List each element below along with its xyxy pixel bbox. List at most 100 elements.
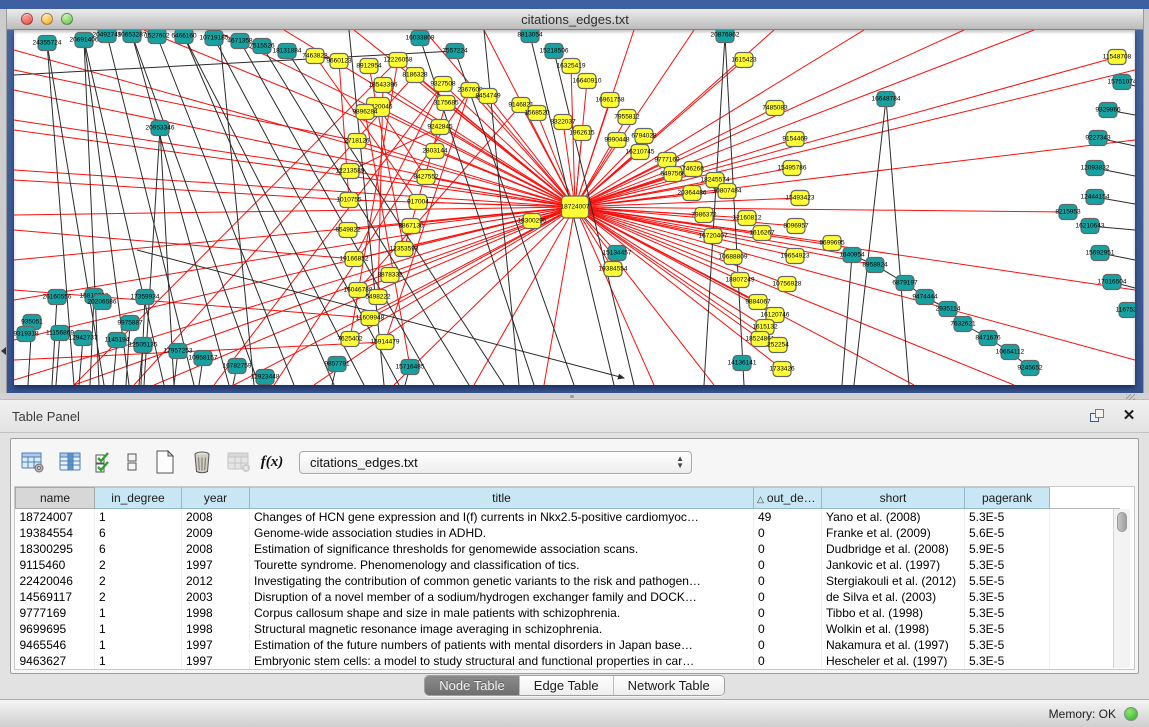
table-row[interactable]: 1456911722003Disruption of a novel membe… (16, 589, 1120, 605)
table-row[interactable]: 911546021997Tourette syndrome. Phenomeno… (16, 557, 1120, 573)
graph-node[interactable]: 17359934 (131, 290, 160, 305)
cell-name[interactable]: 22420046 (16, 573, 95, 589)
graph-node[interactable]: 16914479 (371, 335, 400, 350)
graph-node[interactable]: 9329966 (1095, 103, 1121, 118)
cell-title[interactable]: Corpus callosum shape and size in male p… (250, 605, 754, 621)
graph-node[interactable]: 1962615 (569, 126, 595, 141)
graph-edge[interactable] (14, 70, 357, 141)
graph-edge[interactable] (886, 99, 909, 385)
cell-in_degree[interactable]: 1 (95, 621, 182, 637)
cell-year[interactable]: 2008 (182, 509, 250, 525)
graph-node[interactable]: 1568520 (524, 106, 550, 121)
cell-short[interactable]: Stergiakouli et al. (2012) (822, 573, 965, 589)
tab-network-table[interactable]: Network Table (614, 676, 724, 695)
node-table[interactable]: namein_degreeyeartitle△out_de…shortpager… (14, 486, 1135, 670)
graph-node[interactable]: 5498222 (365, 290, 391, 305)
cell-pagerank[interactable]: 5.5E-5 (965, 573, 1050, 589)
cell-year[interactable]: 1997 (182, 653, 250, 669)
cell-short[interactable]: Franke et al. (2009) (822, 525, 965, 541)
select-rows-icon[interactable] (93, 448, 113, 476)
graph-node[interactable]: 19384554 (599, 262, 628, 277)
cell-pagerank[interactable]: 5.6E-5 (965, 525, 1050, 541)
graph-node[interactable]: 1615423 (731, 53, 757, 68)
graph-node[interactable]: 18807249 (726, 273, 755, 288)
column-header-in_degree[interactable]: in_degree (95, 488, 182, 509)
graph-node[interactable]: 9699695 (819, 236, 845, 251)
cell-short[interactable]: Wolkin et al. (1998) (822, 621, 965, 637)
graph-node[interactable]: 9245652 (1017, 361, 1043, 376)
graph-node[interactable]: 8867130 (398, 219, 424, 234)
graph-node[interactable]: 6794028 (631, 129, 657, 144)
graph-node[interactable]: 12160812 (733, 211, 762, 226)
graph-node[interactable]: 917004 (407, 195, 429, 210)
float-window-icon[interactable] (1090, 409, 1105, 424)
cell-pagerank[interactable]: 5.3E-5 (965, 637, 1050, 653)
cell-year[interactable]: 2008 (182, 541, 250, 557)
cell-name[interactable]: 18724007 (16, 509, 95, 525)
tab-node-table[interactable]: Node Table (425, 676, 520, 695)
table-row[interactable]: 1830029562008Estimation of significance … (16, 541, 1120, 557)
cell-title[interactable]: Genome-wide association studies in ADHD. (250, 525, 754, 541)
graph-edge[interactable] (14, 230, 354, 259)
graph-node[interactable]: 10653287 (118, 30, 147, 43)
graph-node[interactable]: 11548708 (1103, 50, 1132, 65)
graph-node[interactable]: 1640954 (839, 248, 865, 263)
scrollbar-thumb[interactable] (1117, 512, 1127, 532)
graph-node[interactable]: 15751074 (1108, 75, 1135, 90)
cell-name[interactable]: 9777169 (16, 605, 95, 621)
cell-year[interactable]: 1998 (182, 605, 250, 621)
graph-node[interactable]: 8471676 (975, 331, 1001, 346)
close-panel-icon[interactable]: ✕ (1121, 408, 1137, 424)
graph-edge[interactable] (842, 255, 852, 385)
graph-node[interactable]: 24355724 (33, 36, 62, 51)
graph-node[interactable]: 1167533 (1116, 303, 1135, 318)
graph-node[interactable]: 1010755 (336, 193, 362, 208)
cell-short[interactable]: Hescheler et al. (1997) (822, 653, 965, 669)
cell-year[interactable]: 2003 (182, 589, 250, 605)
cell-year[interactable]: 1997 (182, 557, 250, 573)
graph-node[interactable]: 7515526 (249, 39, 275, 54)
graph-edge[interactable] (575, 30, 1034, 207)
cell-in_degree[interactable]: 1 (95, 605, 182, 621)
cell-in_degree[interactable]: 2 (95, 589, 182, 605)
graph-node[interactable]: 15218506 (540, 44, 569, 59)
cell-title[interactable]: Embryonic stem cells: a model to study s… (250, 653, 754, 669)
cell-short[interactable]: Nakamura et al. (1997) (822, 637, 965, 653)
cell-title[interactable]: Disruption of a novel member of a sodium… (250, 589, 754, 605)
cell-title[interactable]: Investigating the contribution of common… (250, 573, 754, 589)
graph-node[interactable]: 8322037 (550, 115, 576, 130)
graph-node[interactable]: 19654923 (781, 249, 810, 264)
graph-node[interactable]: 8878332 (377, 268, 403, 283)
graph-node[interactable]: 8096957 (783, 219, 809, 234)
graph-node[interactable]: 8813054 (517, 30, 543, 43)
graph-node[interactable]: 7557224 (442, 44, 468, 59)
cell-out_degree[interactable]: 0 (754, 653, 822, 669)
cell-short[interactable]: Jankovic et al. (1997) (822, 557, 965, 573)
graph-node[interactable]: 2803144 (422, 144, 448, 159)
table-row[interactable]: 969969511998Structural magnetic resonanc… (16, 621, 1120, 637)
graph-node[interactable]: 7625402 (337, 332, 363, 347)
table-row[interactable]: 977716911998Corpus callosum shape and si… (16, 605, 1120, 621)
cell-title[interactable]: Tourette syndrome. Phenomenology and cla… (250, 557, 754, 573)
cell-title[interactable]: Estimation of the future numbers of pati… (250, 637, 754, 653)
cell-name[interactable]: 9463627 (16, 653, 95, 669)
cell-year[interactable]: 2009 (182, 525, 250, 541)
cell-in_degree[interactable]: 1 (95, 653, 182, 669)
graph-node[interactable]: 7485083 (762, 101, 788, 116)
graph-node[interactable]: 16033809 (406, 31, 435, 46)
network-canvas[interactable]: 2435572420691406204927491065328715276026… (14, 30, 1135, 385)
graph-node[interactable]: 9474444 (912, 290, 938, 305)
graph-node[interactable]: 9975887 (117, 316, 143, 331)
cell-name[interactable]: 14569117 (16, 589, 95, 605)
graph-node[interactable]: 7632621 (950, 317, 976, 332)
table-select-dropdown[interactable]: citations_edges.txt ▲▼ (299, 451, 692, 474)
divider-collapse-arrow-icon[interactable] (1, 347, 6, 355)
cell-pagerank[interactable]: 5.3E-5 (965, 621, 1050, 637)
graph-node[interactable]: 252254 (767, 338, 789, 353)
graph-node[interactable]: 9990448 (604, 133, 630, 148)
graph-node[interactable]: 9896284 (352, 105, 378, 120)
graph-node[interactable]: 16210745 (626, 145, 655, 160)
cell-out_degree[interactable]: 0 (754, 589, 822, 605)
graph-edge[interactable] (575, 207, 1135, 360)
graph-node[interactable]: 9227343 (1085, 131, 1111, 146)
